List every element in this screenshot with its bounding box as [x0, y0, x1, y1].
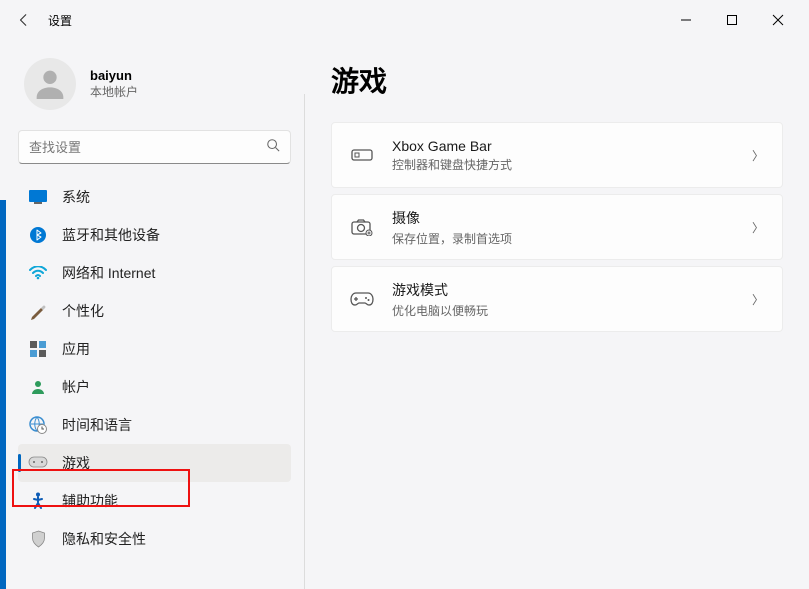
nav-bluetooth[interactable]: 蓝牙和其他设备: [18, 216, 291, 254]
nav-accessibility[interactable]: 辅助功能: [18, 482, 291, 520]
nav-label: 个性化: [62, 301, 104, 321]
nav-privacy[interactable]: 隐私和安全性: [18, 520, 291, 558]
chevron-right-icon: 〉: [752, 147, 764, 164]
nav-system[interactable]: 系统: [18, 178, 291, 216]
brush-icon: [28, 301, 48, 321]
divider: [304, 94, 305, 589]
nav-label: 时间和语言: [62, 415, 132, 435]
card-sub: 优化电脑以便畅玩: [392, 302, 752, 319]
camera-icon: [350, 215, 374, 239]
nav-label: 应用: [62, 339, 90, 359]
maximize-button[interactable]: [709, 4, 755, 36]
system-icon: [28, 187, 48, 207]
bluetooth-icon: [28, 225, 48, 245]
apps-icon: [28, 339, 48, 359]
gamepad-icon: [28, 453, 48, 473]
nav-label: 帐户: [62, 377, 90, 397]
shield-icon: [28, 529, 48, 549]
nav-personalization[interactable]: 个性化: [18, 292, 291, 330]
nav-label: 辅助功能: [62, 491, 118, 511]
nav-time[interactable]: 时间和语言: [18, 406, 291, 444]
sidebar: baiyun 本地帐户 系统 蓝牙和其他设备 网络和 Internet: [0, 40, 305, 589]
wifi-icon: [28, 263, 48, 283]
chevron-right-icon: 〉: [752, 291, 764, 308]
card-captures[interactable]: 摄像 保存位置，录制首选项 〉: [331, 194, 783, 260]
controller-icon: [350, 287, 374, 311]
nav: 系统 蓝牙和其他设备 网络和 Internet 个性化 应用 帐户: [18, 178, 291, 558]
nav-label: 隐私和安全性: [62, 529, 146, 549]
nav-apps[interactable]: 应用: [18, 330, 291, 368]
profile[interactable]: baiyun 本地帐户: [18, 52, 291, 126]
nav-network[interactable]: 网络和 Internet: [18, 254, 291, 292]
card-title: 游戏模式: [392, 280, 752, 300]
nav-gaming[interactable]: 游戏: [18, 444, 291, 482]
nav-accounts[interactable]: 帐户: [18, 368, 291, 406]
user-name: baiyun: [90, 68, 138, 83]
gamebar-icon: [350, 143, 374, 167]
chevron-right-icon: 〉: [752, 219, 764, 236]
card-xbox-game-bar[interactable]: Xbox Game Bar 控制器和键盘快捷方式 〉: [331, 122, 783, 188]
page-title: 游戏: [331, 60, 783, 100]
card-sub: 控制器和键盘快捷方式: [392, 156, 752, 173]
app-title: 设置: [48, 12, 72, 29]
nav-label: 蓝牙和其他设备: [62, 225, 160, 245]
minimize-button[interactable]: [663, 4, 709, 36]
titlebar: 设置: [0, 0, 809, 40]
user-type: 本地帐户: [90, 83, 138, 100]
globe-clock-icon: [28, 415, 48, 435]
search-input[interactable]: [29, 140, 266, 155]
avatar: [24, 58, 76, 110]
card-game-mode[interactable]: 游戏模式 优化电脑以便畅玩 〉: [331, 266, 783, 332]
nav-label: 系统: [62, 187, 90, 207]
back-button[interactable]: [8, 4, 40, 36]
nav-label: 游戏: [62, 453, 90, 473]
nav-label: 网络和 Internet: [62, 263, 155, 283]
card-title: 摄像: [392, 208, 752, 228]
main: 游戏 Xbox Game Bar 控制器和键盘快捷方式 〉 摄像 保存位置，录制…: [305, 40, 809, 589]
search-box[interactable]: [18, 130, 291, 164]
card-sub: 保存位置，录制首选项: [392, 230, 752, 247]
accessibility-icon: [28, 491, 48, 511]
close-button[interactable]: [755, 4, 801, 36]
search-icon: [266, 138, 280, 157]
card-title: Xbox Game Bar: [392, 138, 752, 154]
person-icon: [28, 377, 48, 397]
